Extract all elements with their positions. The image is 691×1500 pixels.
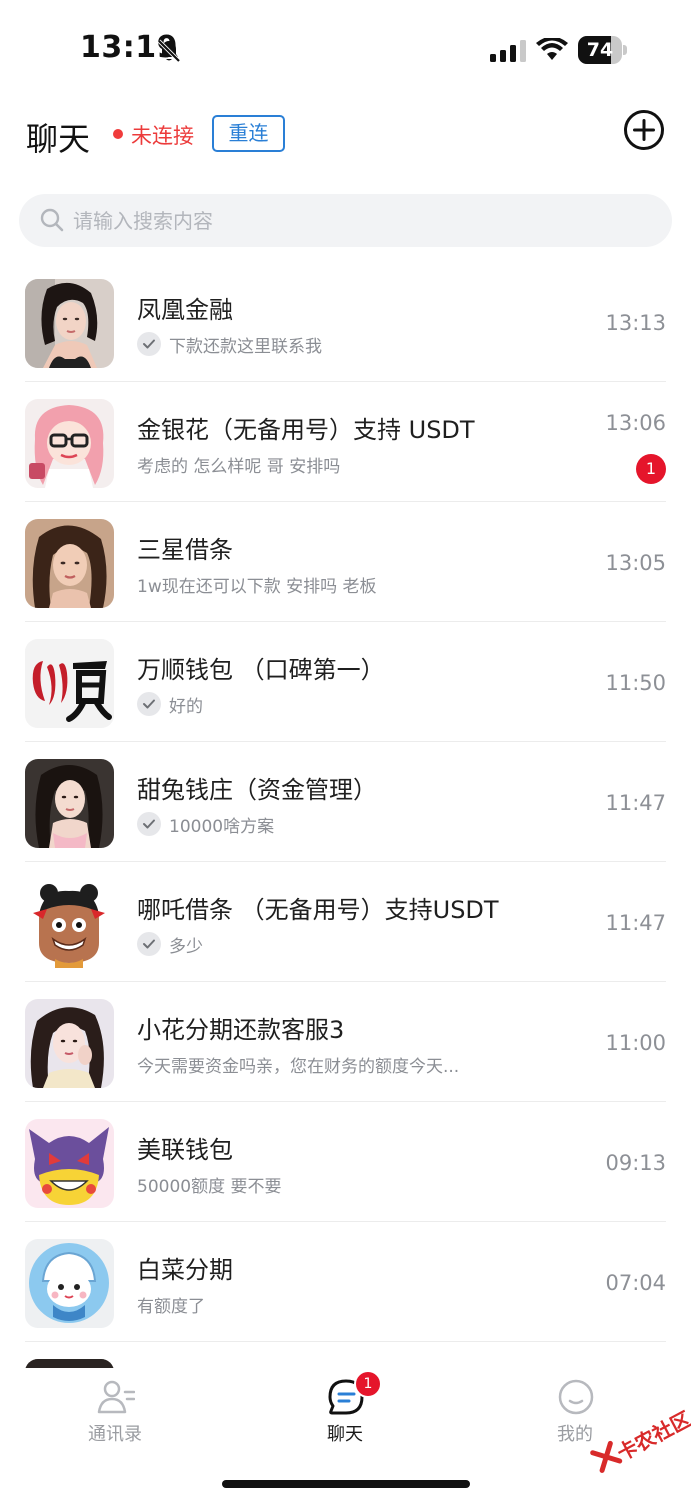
profile-icon xyxy=(558,1379,594,1415)
chat-preview: 1w现在还可以下款 安排吗 老板 xyxy=(137,576,377,597)
tab-label: 聊天 xyxy=(327,1424,363,1445)
read-check-icon xyxy=(137,692,161,716)
reconnect-button[interactable]: 重连 xyxy=(212,115,285,152)
chat-item-xiaohua[interactable]: 小花分期还款客服3 今天需要资金吗亲，您在财务的额度今天... 11:00 xyxy=(0,982,691,1102)
chat-time: 11:47 xyxy=(605,791,666,815)
chat-item-jinyinhua[interactable]: 金银花（无备用号）支持 USDT 考虑的 怎么样呢 哥 安排吗 13:06 1 xyxy=(0,382,691,502)
chat-time: 13:06 xyxy=(605,411,666,435)
chat-name: 万顺钱包 （口碑第一） xyxy=(137,656,385,684)
chat-name: 小花分期还款客服3 xyxy=(137,1016,345,1044)
avatar xyxy=(25,1239,114,1328)
signal-icon xyxy=(490,40,526,62)
search-icon xyxy=(40,208,64,232)
chat-subtitle: 好的 xyxy=(137,692,203,717)
avatar xyxy=(25,279,114,368)
chat-subtitle: 有额度了 xyxy=(137,1292,205,1317)
chat-subtitle: 今天需要资金吗亲，您在财务的额度今天... xyxy=(137,1052,460,1077)
chat-item-baicai[interactable]: 白菜分期 有额度了 07:04 xyxy=(0,1222,691,1342)
chat-name: 凤凰金融 xyxy=(137,296,233,324)
connection-status-dot xyxy=(113,129,123,139)
wifi-icon xyxy=(536,38,568,60)
chat-item-meilian[interactable]: 美联钱包 50000额度 要不要 09:13 xyxy=(0,1102,691,1222)
avatar xyxy=(25,879,114,968)
chat-preview: 10000啥方案 xyxy=(169,816,275,837)
chat-header: 聊天 未连接 重连 xyxy=(0,100,691,170)
chat-name: 三星借条 xyxy=(137,536,233,564)
tab-contacts[interactable]: 通讯录 xyxy=(40,1368,190,1448)
search-bar[interactable] xyxy=(19,194,672,247)
chat-name: 美联钱包 xyxy=(137,1136,233,1164)
chat-time: 11:00 xyxy=(605,1031,666,1055)
chat-preview: 有额度了 xyxy=(137,1296,205,1317)
chat-item-tiantu[interactable]: 甜兔钱庄（资金管理） 10000啥方案 11:47 xyxy=(0,742,691,862)
chat-time: 11:47 xyxy=(605,911,666,935)
bell-off-icon xyxy=(157,39,181,63)
read-check-icon xyxy=(137,812,161,836)
chat-item-nezha[interactable]: 哪吒借条 （无备用号）支持USDT 多少 11:47 xyxy=(0,862,691,982)
chat-name: 金银花（无备用号）支持 USDT xyxy=(137,416,475,444)
chat-subtitle: 10000啥方案 xyxy=(137,812,275,837)
wanshun-logo xyxy=(25,639,114,728)
tab-chat[interactable]: 1 聊天 xyxy=(270,1368,420,1448)
page-title: 聊天 xyxy=(26,120,91,158)
avatar xyxy=(25,399,114,488)
chat-item-partial[interactable] xyxy=(0,1342,691,1368)
chat-preview: 下款还款这里联系我 xyxy=(169,336,322,357)
chat-time: 07:04 xyxy=(605,1271,666,1295)
plus-circle-icon[interactable] xyxy=(623,109,665,151)
chat-name: 白菜分期 xyxy=(137,1256,233,1284)
tab-unread-badge: 1 xyxy=(354,1370,382,1398)
read-check-icon xyxy=(137,332,161,356)
chat-name: 甜兔钱庄（资金管理） xyxy=(137,776,377,804)
chat-item-wanshun[interactable]: 万顺钱包 （口碑第一） 好的 11:50 xyxy=(0,622,691,742)
status-bar: 13:19 74 xyxy=(0,0,691,100)
avatar xyxy=(25,639,114,728)
chat-subtitle: 50000额度 要不要 xyxy=(137,1172,282,1197)
battery-level: 74 xyxy=(586,39,614,61)
unread-badge: 1 xyxy=(636,454,666,484)
chat-preview: 多少 xyxy=(169,936,203,957)
chat-time: 11:50 xyxy=(605,671,666,695)
chat-subtitle: 1w现在还可以下款 安排吗 老板 xyxy=(137,572,377,597)
chat-time: 09:13 xyxy=(605,1151,666,1175)
chat-preview: 50000额度 要不要 xyxy=(137,1176,282,1197)
avatar xyxy=(25,999,114,1088)
home-indicator xyxy=(222,1480,470,1488)
chat-preview: 好的 xyxy=(169,696,203,717)
tab-label: 通讯录 xyxy=(88,1424,142,1445)
chat-time: 13:13 xyxy=(605,311,666,335)
chat-name: 哪吒借条 （无备用号）支持USDT xyxy=(137,896,499,924)
chat-preview: 今天需要资金吗亲，您在财务的额度今天... xyxy=(137,1056,460,1077)
chat-time: 13:05 xyxy=(605,551,666,575)
chat-item-sanxing[interactable]: 三星借条 1w现在还可以下款 安排吗 老板 13:05 xyxy=(0,502,691,622)
connection-status: 未连接 xyxy=(131,124,194,148)
contacts-icon xyxy=(97,1380,135,1414)
read-check-icon xyxy=(137,932,161,956)
chat-subtitle: 考虑的 怎么样呢 哥 安排吗 xyxy=(137,452,341,477)
chat-preview: 考虑的 怎么样呢 哥 安排吗 xyxy=(137,456,341,477)
chat-item-fenghuang[interactable]: 凤凰金融 下款还款这里联系我 13:13 xyxy=(0,262,691,382)
avatar xyxy=(25,759,114,848)
chat-list: 凤凰金融 下款还款这里联系我 13:13 金银花（无备用号）支持 USDT 考虑… xyxy=(0,262,691,1368)
avatar xyxy=(25,1359,114,1368)
avatar xyxy=(25,519,114,608)
search-input[interactable] xyxy=(73,194,633,247)
chat-subtitle: 下款还款这里联系我 xyxy=(137,332,322,357)
battery-icon: 74 xyxy=(578,36,627,64)
chat-subtitle: 多少 xyxy=(137,932,203,957)
avatar xyxy=(25,1119,114,1208)
chat-screen: 13:19 74 聊天 未连接 重连 请输入搜索内容 凤凰金融 下款还款这里联系… xyxy=(0,0,691,1500)
